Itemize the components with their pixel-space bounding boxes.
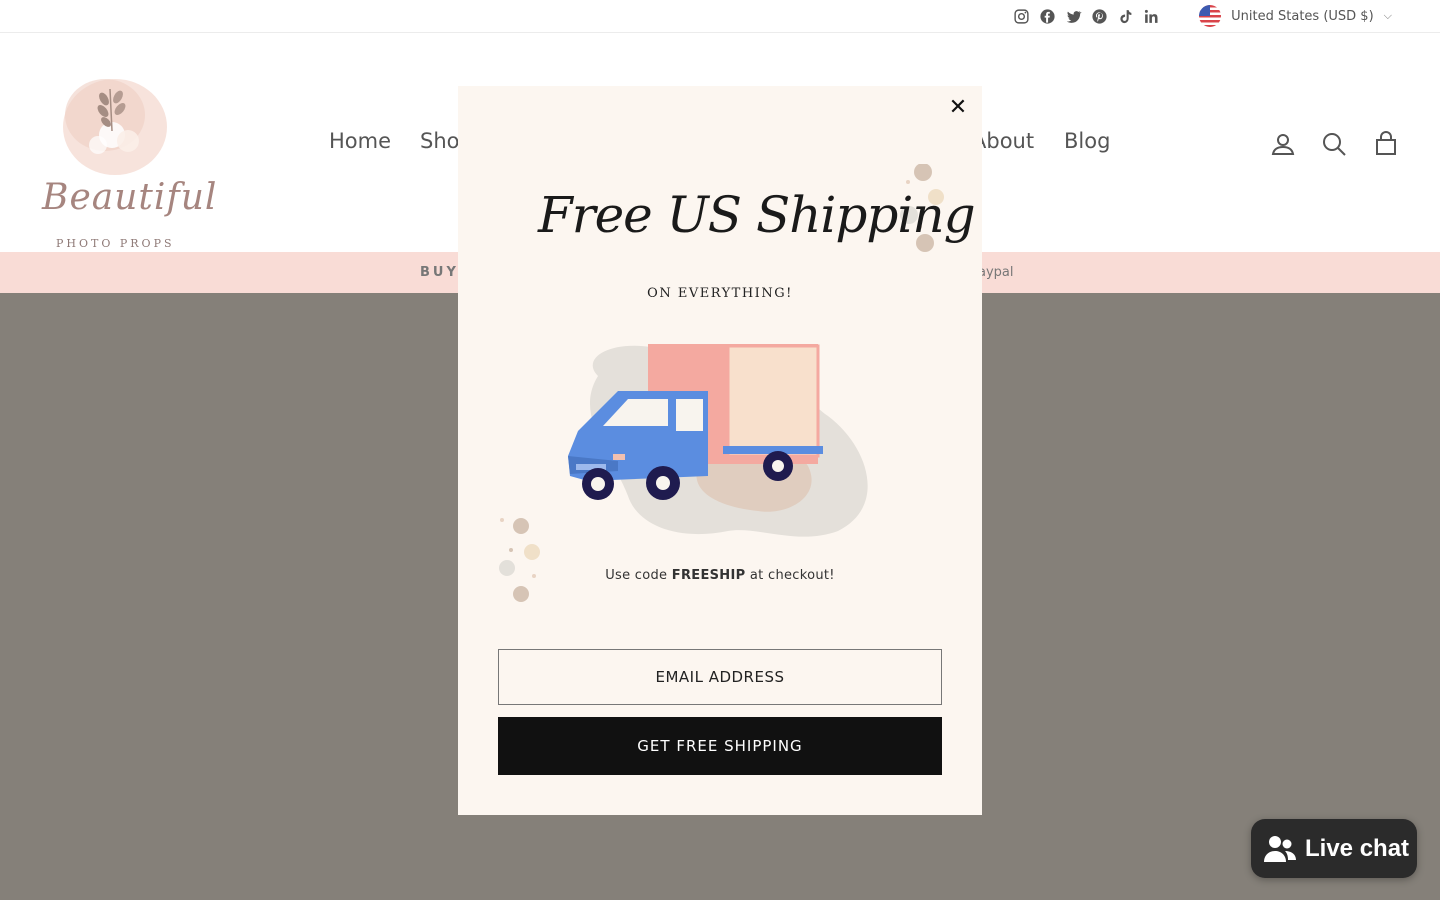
- live-chat-button[interactable]: Live chat: [1251, 819, 1417, 878]
- popup-subheadline: ON EVERYTHING!: [647, 286, 793, 301]
- promo-code: FREESHIP: [671, 568, 746, 583]
- popup-headline: Free US Shipping: [538, 186, 976, 244]
- decorative-dots-left-icon: [499, 518, 540, 602]
- promo-code-text: Use code FREESHIP at checkout!: [458, 568, 982, 583]
- email-field[interactable]: [498, 649, 942, 705]
- chat-people-icon: [1264, 835, 1296, 862]
- live-chat-label: Live chat: [1305, 834, 1410, 862]
- shipping-popup: ✕ Free US Shipping ON EVERYTHING! Use co…: [458, 86, 982, 815]
- close-icon[interactable]: ✕: [944, 94, 972, 122]
- promo-prefix: Use code: [605, 568, 672, 583]
- get-free-shipping-button[interactable]: GET FREE SHIPPING: [498, 717, 942, 775]
- delivery-truck-illustration: [568, 344, 868, 537]
- promo-suffix: at checkout!: [745, 568, 835, 583]
